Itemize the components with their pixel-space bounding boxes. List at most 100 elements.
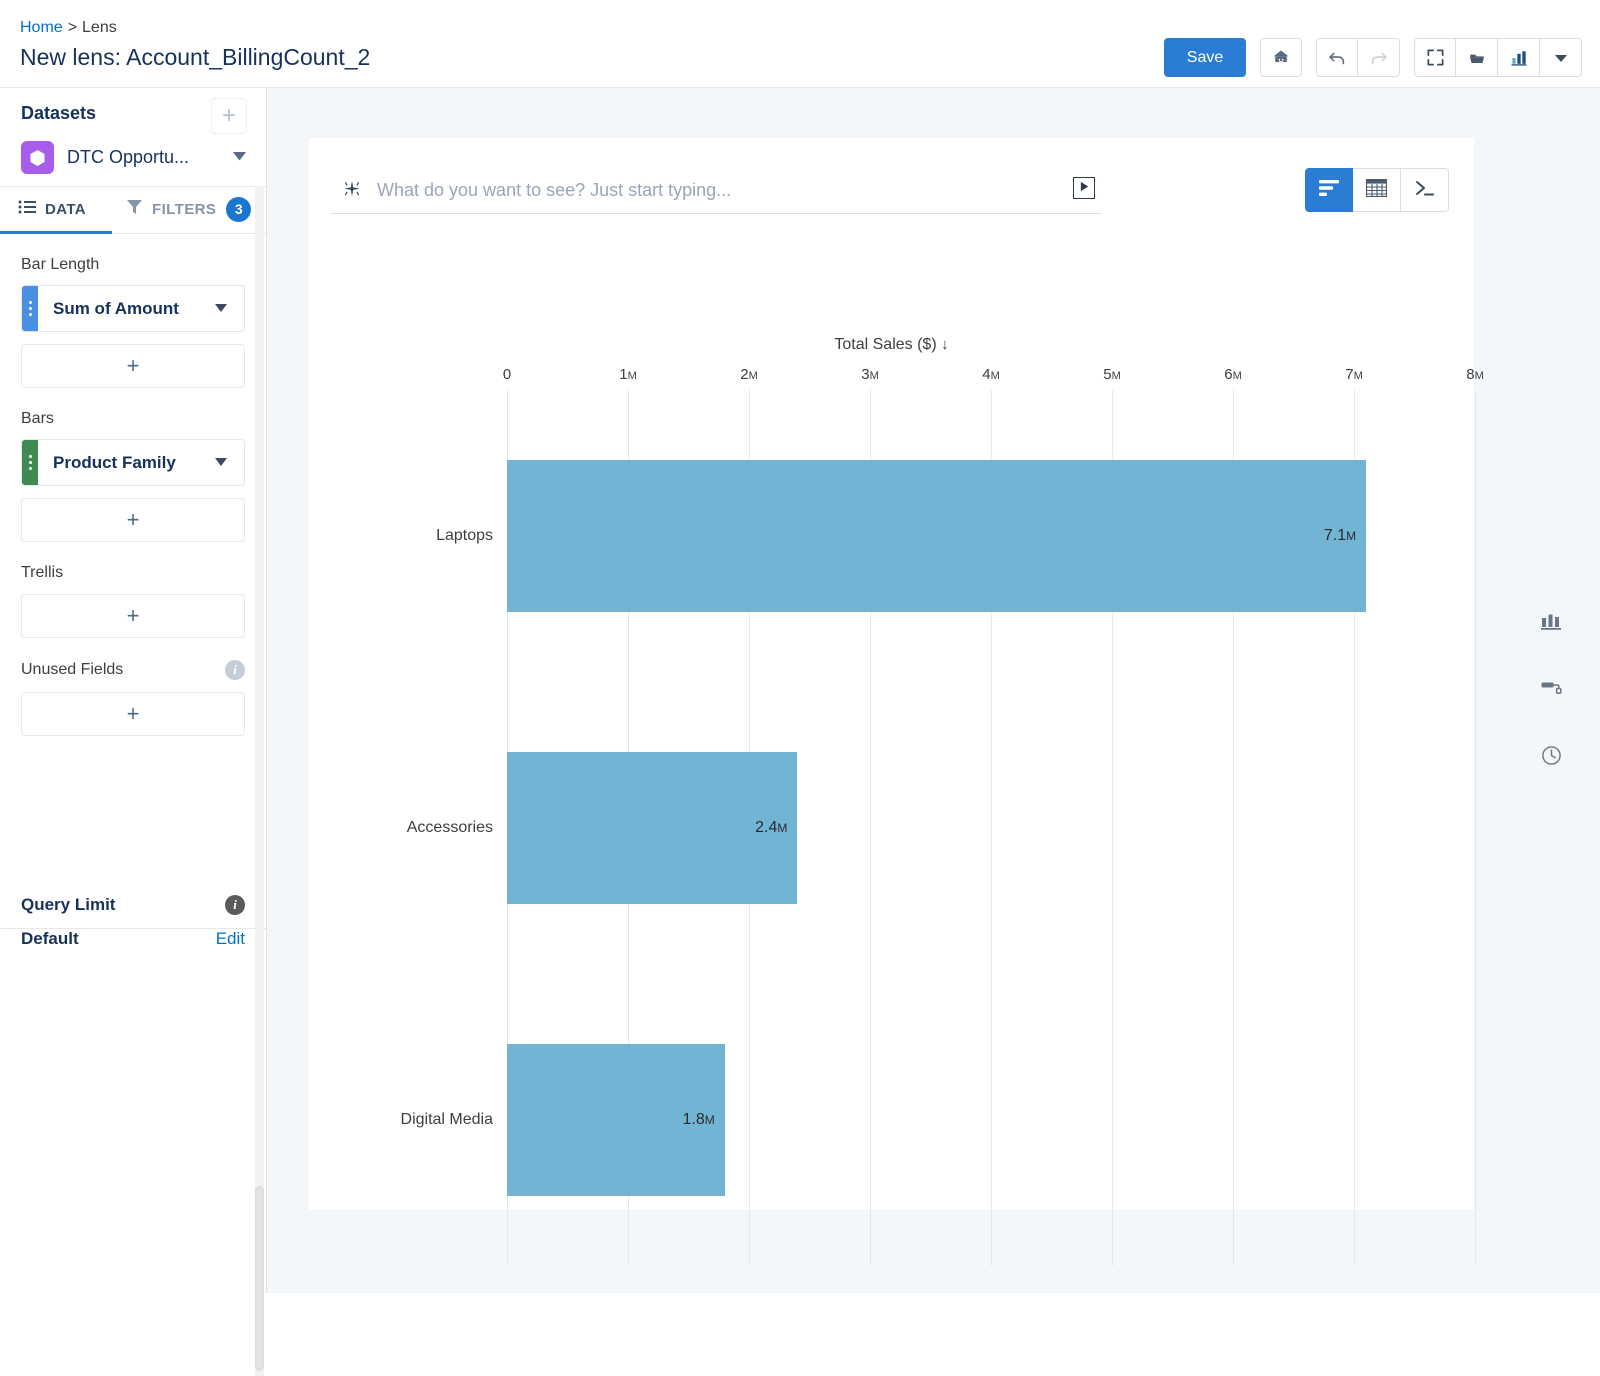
- query-limit-edit-link[interactable]: Edit: [216, 929, 245, 949]
- bar-chart-icon: [1509, 48, 1529, 68]
- table-view-button[interactable]: [1353, 168, 1401, 212]
- field-pill-product-family[interactable]: Product Family: [21, 439, 245, 486]
- bar-value-label: 1.8M: [615, 1111, 715, 1129]
- breadcrumb: Home>Lens: [20, 19, 117, 37]
- chart-type-button[interactable]: [1534, 606, 1568, 640]
- x-axis-tick-label: 0: [503, 366, 511, 383]
- query-limit-panel: Query Limit i Default Edit: [0, 873, 266, 969]
- active-tab-indicator: [0, 231, 112, 234]
- search-input[interactable]: [375, 174, 1055, 206]
- history-button[interactable]: [1534, 741, 1568, 775]
- list-icon: [18, 200, 36, 219]
- query-limit-title-row: Query Limit i: [21, 895, 245, 915]
- category-label: Digital Media: [317, 1111, 493, 1129]
- axis-title-text: Total Sales ($): [834, 336, 936, 353]
- saql-view-button[interactable]: [1401, 168, 1449, 212]
- header-toolbar: Save: [1164, 38, 1582, 77]
- field-pill-label: Product Family: [53, 453, 176, 473]
- sidebar-scrollbar-thumb[interactable]: [255, 1186, 264, 1371]
- tab-filters-label: FILTERS: [152, 201, 216, 218]
- bar-chart-icon: [1318, 179, 1340, 202]
- chevron-down-icon[interactable]: [214, 300, 228, 318]
- redo-button[interactable]: [1358, 38, 1400, 77]
- undo-icon: [1326, 47, 1348, 69]
- nl-search-bar: [331, 168, 1101, 214]
- chart-view-button[interactable]: [1305, 168, 1353, 212]
- bar-value-label: 7.1M: [1256, 527, 1356, 545]
- bar-chart: Total Sales ($) ↓ 01M2M3M4M5M6M7M8M 7.1M…: [309, 238, 1474, 1198]
- left-sidebar: Datasets + DTC Opportu...: [0, 88, 267, 1293]
- search-underline: [331, 213, 1101, 214]
- field-pill-sum-of-amount[interactable]: Sum of Amount: [21, 285, 245, 332]
- tab-filters[interactable]: FILTERS 3: [126, 187, 251, 231]
- drag-handle-icon[interactable]: [22, 440, 38, 485]
- save-button[interactable]: Save: [1164, 38, 1246, 77]
- expand-button[interactable]: [1414, 38, 1456, 77]
- tab-data[interactable]: DATA: [18, 187, 86, 231]
- section-label-bar-length: Bar Length: [21, 256, 245, 274]
- drag-handle-icon[interactable]: [22, 286, 38, 331]
- einstein-sparkle-icon: [341, 179, 363, 206]
- query-limit-value-row: Default Edit: [21, 915, 245, 949]
- chevron-down-icon[interactable]: [232, 149, 247, 167]
- datasets-header: Datasets + DTC Opportu...: [0, 88, 266, 187]
- chevron-down-icon[interactable]: [214, 454, 228, 472]
- query-limit-value: Default: [21, 929, 79, 949]
- run-query-button[interactable]: [1073, 177, 1095, 199]
- terminal-icon: [1414, 178, 1436, 203]
- add-dataset-button[interactable]: +: [211, 98, 247, 134]
- breadcrumb-separator: >: [68, 19, 77, 36]
- chart-button[interactable]: [1498, 38, 1540, 77]
- more-button[interactable]: [1540, 38, 1582, 77]
- section-header-unused-fields: Unused Fields i: [21, 660, 245, 680]
- add-bars-button[interactable]: +: [21, 498, 245, 542]
- x-axis-tick-label: 3M: [861, 366, 879, 383]
- sidebar-tabs: DATA FILTERS 3: [0, 187, 266, 234]
- formatting-button[interactable]: [1534, 674, 1568, 708]
- category-label: Accessories: [317, 819, 493, 837]
- paint-roller-icon: [1540, 678, 1562, 705]
- plus-icon: +: [222, 102, 236, 130]
- chart-options-rail: [1518, 88, 1578, 1293]
- field-pill-label: Sum of Amount: [53, 299, 179, 319]
- share-button[interactable]: [1260, 38, 1302, 77]
- clock-icon: [1541, 745, 1562, 771]
- x-axis-tick-label: 8M: [1466, 366, 1484, 383]
- section-label-unused-fields: Unused Fields: [21, 661, 123, 679]
- gridline: [1475, 390, 1476, 1266]
- sidebar-sections: Bar Length Sum of Amount + Bars Product …: [0, 256, 266, 736]
- page-title: New lens: Account_BillingCount_2: [20, 44, 370, 71]
- add-unused-field-button[interactable]: +: [21, 692, 245, 736]
- x-axis-tick-label: 6M: [1224, 366, 1242, 383]
- section-label-trellis: Trellis: [21, 564, 245, 582]
- share-icon: [1271, 48, 1291, 68]
- app-header: Home>Lens New lens: Account_BillingCount…: [0, 0, 1600, 88]
- lens-card: Total Sales ($) ↓ 01M2M3M4M5M6M7M8M 7.1M…: [309, 138, 1474, 1210]
- query-limit-info-icon[interactable]: i: [225, 895, 245, 915]
- bar-laptops[interactable]: [507, 460, 1366, 612]
- dataset-name: DTC Opportu...: [67, 147, 189, 168]
- view-options-group: [1414, 38, 1582, 77]
- datasets-title: Datasets: [21, 103, 96, 124]
- chevron-down-icon: [1553, 50, 1569, 66]
- undo-button[interactable]: [1316, 38, 1358, 77]
- dataset-selector[interactable]: DTC Opportu...: [21, 141, 247, 174]
- unused-fields-info-icon[interactable]: i: [225, 660, 245, 680]
- breadcrumb-home-link[interactable]: Home: [20, 19, 63, 36]
- run-icon: [1079, 179, 1090, 197]
- folder-icon: [1467, 48, 1487, 68]
- bar-value-label: 2.4M: [687, 819, 787, 837]
- sort-arrow-icon: ↓: [941, 336, 949, 353]
- add-bar-length-button[interactable]: +: [21, 344, 245, 388]
- dataset-icon: [21, 141, 54, 174]
- clip-button[interactable]: [1456, 38, 1498, 77]
- add-trellis-button[interactable]: +: [21, 594, 245, 638]
- undo-redo-group: [1316, 38, 1400, 77]
- x-axis-tick-label: 5M: [1103, 366, 1121, 383]
- query-limit-title: Query Limit: [21, 895, 115, 915]
- expand-icon: [1426, 48, 1445, 67]
- funnel-icon: [126, 199, 143, 220]
- redo-icon: [1368, 47, 1390, 69]
- chart-axis-title: Total Sales ($) ↓: [309, 336, 1474, 354]
- x-axis-tick-label: 4M: [982, 366, 1000, 383]
